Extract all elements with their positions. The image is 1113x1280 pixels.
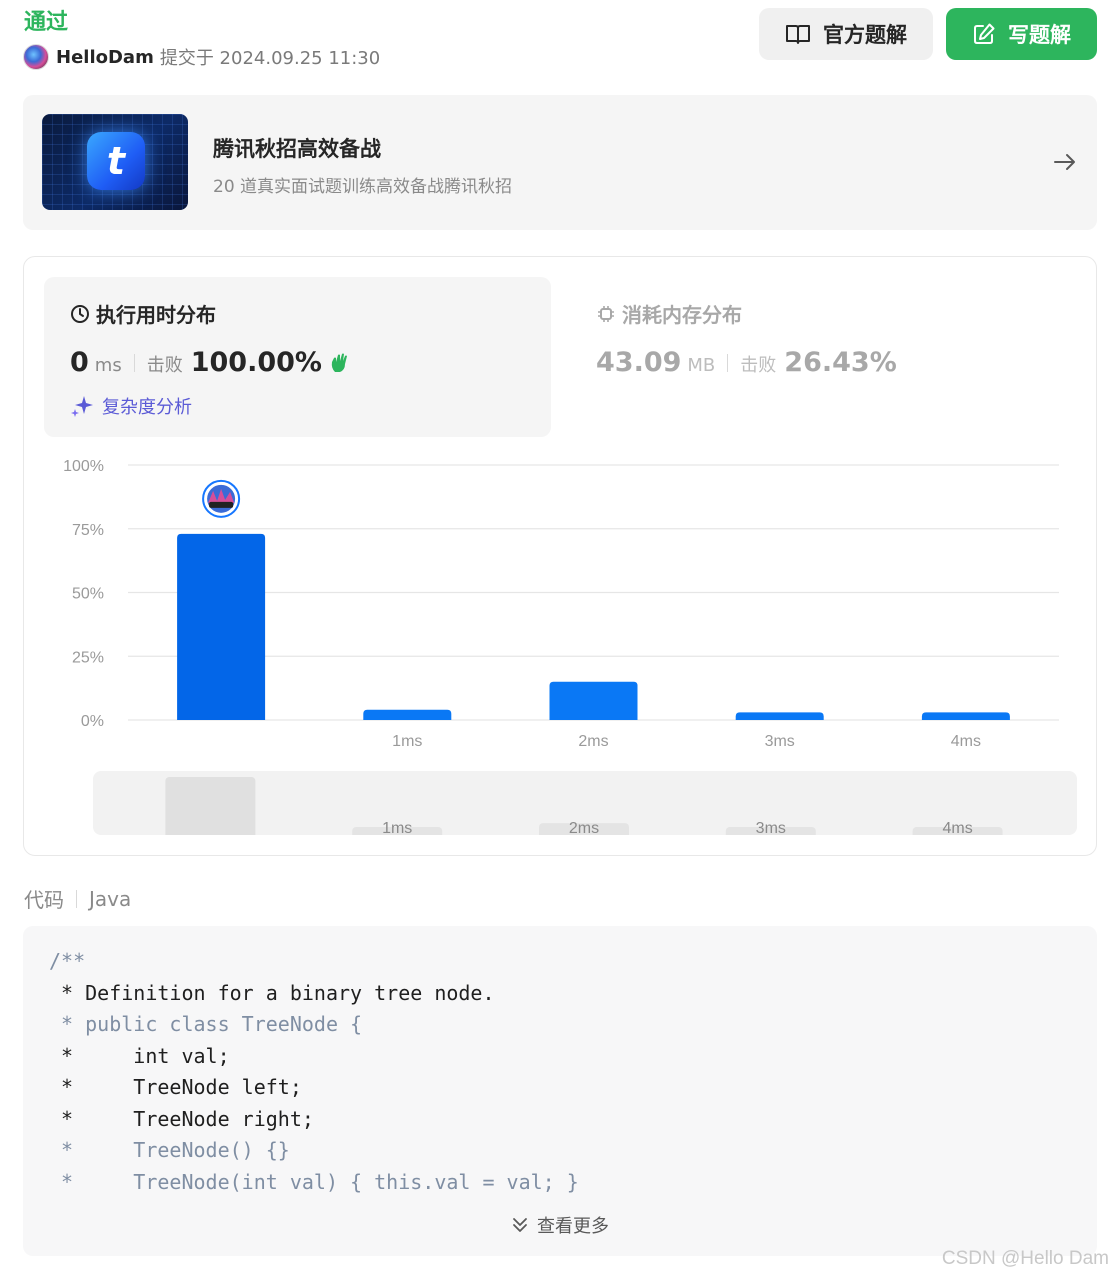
chart-bar [921,712,1010,720]
mini-distribution-chart[interactable]: 1ms 2ms 3ms 4ms [93,771,1077,835]
x-tick-label: 1ms [392,733,422,750]
runtime-value: 0 [70,347,89,378]
memory-unit: MB [687,355,716,376]
show-more-button[interactable]: 查看更多 [23,1212,1097,1238]
code-line: * int val; [49,1043,230,1068]
memory-values: 43.09 MB 击败 26.43% [596,347,897,378]
runtime-unit: ms [94,355,122,376]
code-content[interactable]: /** * Definition for a binary tree node.… [49,946,579,1198]
mini-x-label: 3ms [756,820,786,835]
runtime-beat-label: 击败 [146,355,183,376]
code-line: * TreeNode() {} [49,1138,290,1162]
memory-title[interactable]: 消耗内存分布 [596,299,742,328]
memory-beat-value: 26.43% [784,347,897,378]
promo-subtitle: 20 道真实面试题训练高效备战腾讯秋招 [213,177,513,197]
complexity-analysis-link[interactable]: 复杂度分析 [70,393,192,419]
write-solution-button[interactable]: 写题解 [946,8,1097,60]
code-header: 代码 Java [24,884,131,913]
memory-value: 43.09 [596,347,682,378]
runtime-title: 执行用时分布 [70,299,216,328]
promo-banner[interactable]: t 腾讯秋招高效备战 20 道真实面试题训练高效备战腾讯秋招 [23,95,1097,230]
official-solution-label: 官方题解 [823,23,907,47]
avatar[interactable] [23,44,49,70]
code-line: * TreeNode left; [49,1075,302,1099]
code-language: Java [89,886,132,911]
code-line: /** [49,949,86,973]
double-chevron-down-icon [513,1218,527,1232]
show-more-label: 查看更多 [537,1216,609,1237]
user-marker-avatar-base [209,501,234,508]
memory-beat-label: 击败 [740,355,777,376]
y-tick-label: 50% [72,586,104,603]
promo-title: 腾讯秋招高效备战 [213,137,381,161]
watermark: CSDN @Hello Dam [941,1248,1109,1269]
tencent-logo-icon: t [87,132,145,190]
divider [76,889,77,908]
divider [133,353,135,372]
chart-bar [549,681,638,720]
runtime-panel[interactable]: 执行用时分布 0 ms 击败 100.00% 复杂度分析 [44,277,551,437]
y-tick-label: 0% [81,713,104,730]
stats-card: 执行用时分布 0 ms 击败 100.00% 复杂度分析 消耗内存分布 43.0… [23,256,1097,856]
chart-bar [177,533,266,720]
runtime-values: 0 ms 击败 100.00% [70,347,352,378]
x-tick-label: 4ms [951,733,981,750]
runtime-beat-value: 100.00% [190,347,322,378]
clock-icon [71,304,89,323]
submit-time: 提交于 2024.09.25 11:30 [159,48,381,69]
chart-bar [363,709,452,720]
y-tick-label: 75% [72,522,104,539]
mini-x-label: 1ms [382,820,412,835]
x-tick-label: 2ms [578,733,608,750]
code-line: * Definition for a binary tree node. [49,980,495,1005]
code-line: * public class TreeNode { [49,1012,363,1036]
mini-x-label: 2ms [569,820,599,835]
submitter-info: HelloDam 提交于 2024.09.25 11:30 [23,44,380,70]
book-icon [786,25,810,44]
y-tick-label: 100% [63,458,104,475]
code-block[interactable]: /** * Definition for a binary tree node.… [23,926,1097,1256]
clap-icon [331,353,347,372]
runtime-title-text: 执行用时分布 [96,303,216,327]
code-line: * TreeNode right; [49,1106,314,1131]
chart-range-slider[interactable]: 1ms 2ms 3ms 4ms [93,771,1077,835]
code-label: 代码 [24,888,64,912]
chart-bar [735,712,824,720]
submitter-name[interactable]: HelloDam [56,47,154,68]
submission-status: 通过 [24,10,69,35]
y-tick-label: 25% [72,649,104,666]
x-tick-label: 3ms [765,733,795,750]
promo-image: t [42,114,188,210]
complexity-analysis-label: 复杂度分析 [102,397,192,418]
edit-icon [974,23,995,44]
chip-icon [598,305,614,322]
sparkle-icon [71,396,93,417]
runtime-distribution-chart[interactable]: 100% 75% 50% 25% 0% 1ms 2ms 3ms 4ms [24,447,1096,767]
mini-x-label: 4ms [942,820,972,835]
write-solution-label: 写题解 [1008,23,1071,47]
mini-bar [165,777,256,835]
divider [727,353,729,372]
official-solution-button[interactable]: 官方题解 [759,8,933,60]
memory-title-text: 消耗内存分布 [622,303,742,327]
arrow-right-icon[interactable] [1053,150,1077,174]
code-line: * TreeNode(int val) { this.val = val; } [49,1169,579,1194]
